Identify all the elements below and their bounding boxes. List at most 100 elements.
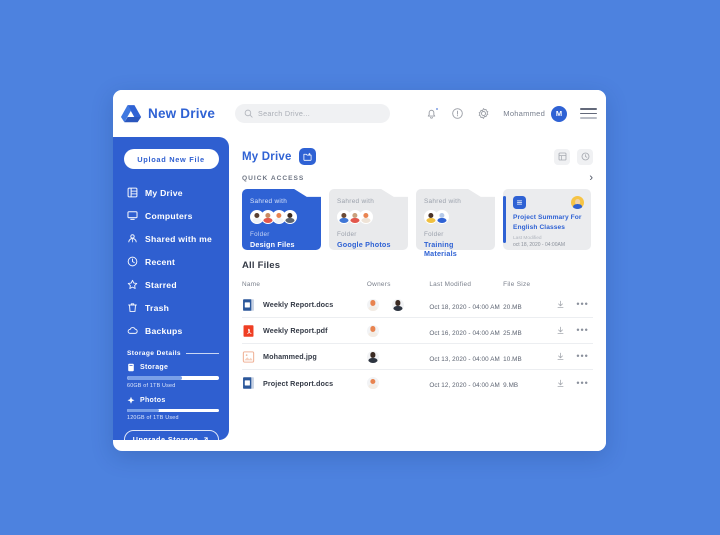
file-size: 10.MB [503,355,522,363]
chevron-right-icon[interactable]: › [589,173,593,184]
avatar [391,298,404,311]
table-header: Name Owners Last Modified File Size [242,276,593,292]
sidebar-item-label: Recent [145,256,176,267]
page-title: My Drive [242,150,292,163]
column-header-size: File Size [503,280,531,288]
top-actions: Mohammed M [425,105,606,122]
quick-access-label: QUICK ACCESS [242,175,305,182]
sidebar-item-trash[interactable]: Trash [113,296,229,319]
upgrade-storage-label: Upgrade Storage [132,435,199,444]
avatar [366,350,379,363]
search-placeholder: Search Drive... [258,109,311,118]
sidebar-item-backups[interactable]: Backups [113,319,229,342]
upgrade-storage-button[interactable]: Upgrade Storage [123,430,219,449]
storage-meter-storage: Storage 60GB of 1TB Used [113,363,229,389]
more-options-icon[interactable]: ••• [576,352,588,361]
star-icon [127,279,138,290]
sidebar-item-shared-with-me[interactable]: Shared with me [113,227,229,250]
search-wrap: Search Drive... [235,104,390,123]
grid-view-icon[interactable] [554,148,570,165]
table-row[interactable]: Weekly Report.pdf Oct 16, 2020 - 04:00 A… [242,318,593,344]
sidebar-item-my-drive[interactable]: My Drive [113,181,229,204]
card-kind: Folder [250,231,270,238]
search-input[interactable]: Search Drive... [235,104,390,123]
divider [186,353,219,354]
progress-fill [127,408,160,412]
download-icon[interactable] [556,379,565,388]
quick-access-card[interactable]: Sahred with Folder Training Materials [416,189,495,258]
brand-name: New Drive [148,106,216,121]
download-icon[interactable] [556,352,565,361]
sidebar-item-label: My Drive [145,187,183,198]
user-chip[interactable]: Mohammed M [503,105,567,122]
word-document-icon [243,298,254,311]
owners-cell [366,377,429,389]
last-modified: Oct 12, 2020 - 04:00 AM [429,382,500,389]
sidebar-item-label: Backups [145,325,183,336]
download-icon[interactable] [556,300,565,309]
download-icon[interactable] [556,326,565,335]
meter-title: Storage [127,363,219,372]
avatar-group [424,210,487,224]
bell-icon[interactable] [425,107,440,120]
sidebar-item-label: Trash [145,302,170,313]
storage-details-label: Storage Details [127,350,182,357]
shared-with-label: Sahred with [337,198,375,205]
column-header-modified: Last Modified [429,280,472,288]
meter-caption: 60GB of 1TB Used [127,382,176,389]
last-modified: Oct 16, 2020 - 04:00 AM [429,329,500,337]
pdf-document-icon [243,324,254,337]
avatar [435,210,449,224]
sidebar-item-label: Starred [145,279,177,290]
table-row[interactable]: Project Report.docs Oct 12, 2020 - 04:00… [242,370,593,396]
word-document-icon [243,377,254,389]
sidebar-item-recent[interactable]: Recent [113,250,229,273]
column-header-owners: Owners [366,280,391,288]
sidebar-item-starred[interactable]: Starred [113,273,229,296]
help-circle-icon[interactable] [451,107,464,120]
sidebar-item-computers[interactable]: Computers [113,204,229,227]
folder-add-icon[interactable] [298,148,316,165]
storage-details-header: Storage Details [127,350,229,357]
clock-view-icon[interactable] [577,148,593,165]
file-name: Project Report.docs [263,378,334,388]
sidebar-item-label: Shared with me [145,233,213,244]
meter-label: Storage [140,364,169,371]
quick-access-card[interactable]: Sahred with Folder Design Files [242,189,321,250]
file-size: 20.MB [503,303,522,311]
meter-title: Photos [127,396,219,405]
more-options-icon[interactable]: ••• [576,378,588,388]
file-name: Weekly Report.docs [263,300,334,309]
avatar [366,377,379,389]
avatar: M [551,105,567,122]
all-files-section: All Files Name Owners Last Modified File… [229,250,606,396]
more-options-icon[interactable]: ••• [576,300,588,309]
table-row[interactable]: Weekly Report.docs Oct 18, 2020 - 04:00 … [242,292,593,318]
quick-access-card[interactable]: Sahred with Folder Google Photos [329,189,408,250]
page-header: My Drive [229,137,606,165]
meter-label: Photos [140,396,166,404]
card-kind: Folder [337,231,357,238]
file-size: 25.MB [503,329,522,337]
column-header-name: Name [242,280,261,288]
app-window: New Drive Search Drive... Mohammed M Upl… [113,90,606,451]
avatar [359,210,373,224]
last-modified: Oct 13, 2020 - 04:00 AM [429,355,500,363]
photos-icon [127,396,135,404]
arrow-up-right-icon [203,437,208,442]
table-row[interactable]: Mohammed.jpg Oct 13, 2020 - 04:00 AM 10.… [242,344,593,370]
progress-fill [127,376,183,380]
cloud-icon [127,325,138,336]
quick-access-doc-card[interactable]: Project Summary For English Classes Last… [503,189,591,250]
brand: New Drive [113,104,229,123]
user-name: Mohammed [503,109,545,118]
hamburger-menu-icon[interactable] [580,108,597,119]
avatar [366,324,379,337]
notification-badge [435,107,440,111]
more-options-icon[interactable]: ••• [576,326,588,335]
gear-icon[interactable] [477,107,490,120]
top-bar: New Drive Search Drive... Mohammed M [113,90,606,137]
owners-cell [366,350,429,363]
shared-with-label: Sahred with [250,198,288,205]
upload-new-file-button[interactable]: Upload New File [123,149,219,169]
